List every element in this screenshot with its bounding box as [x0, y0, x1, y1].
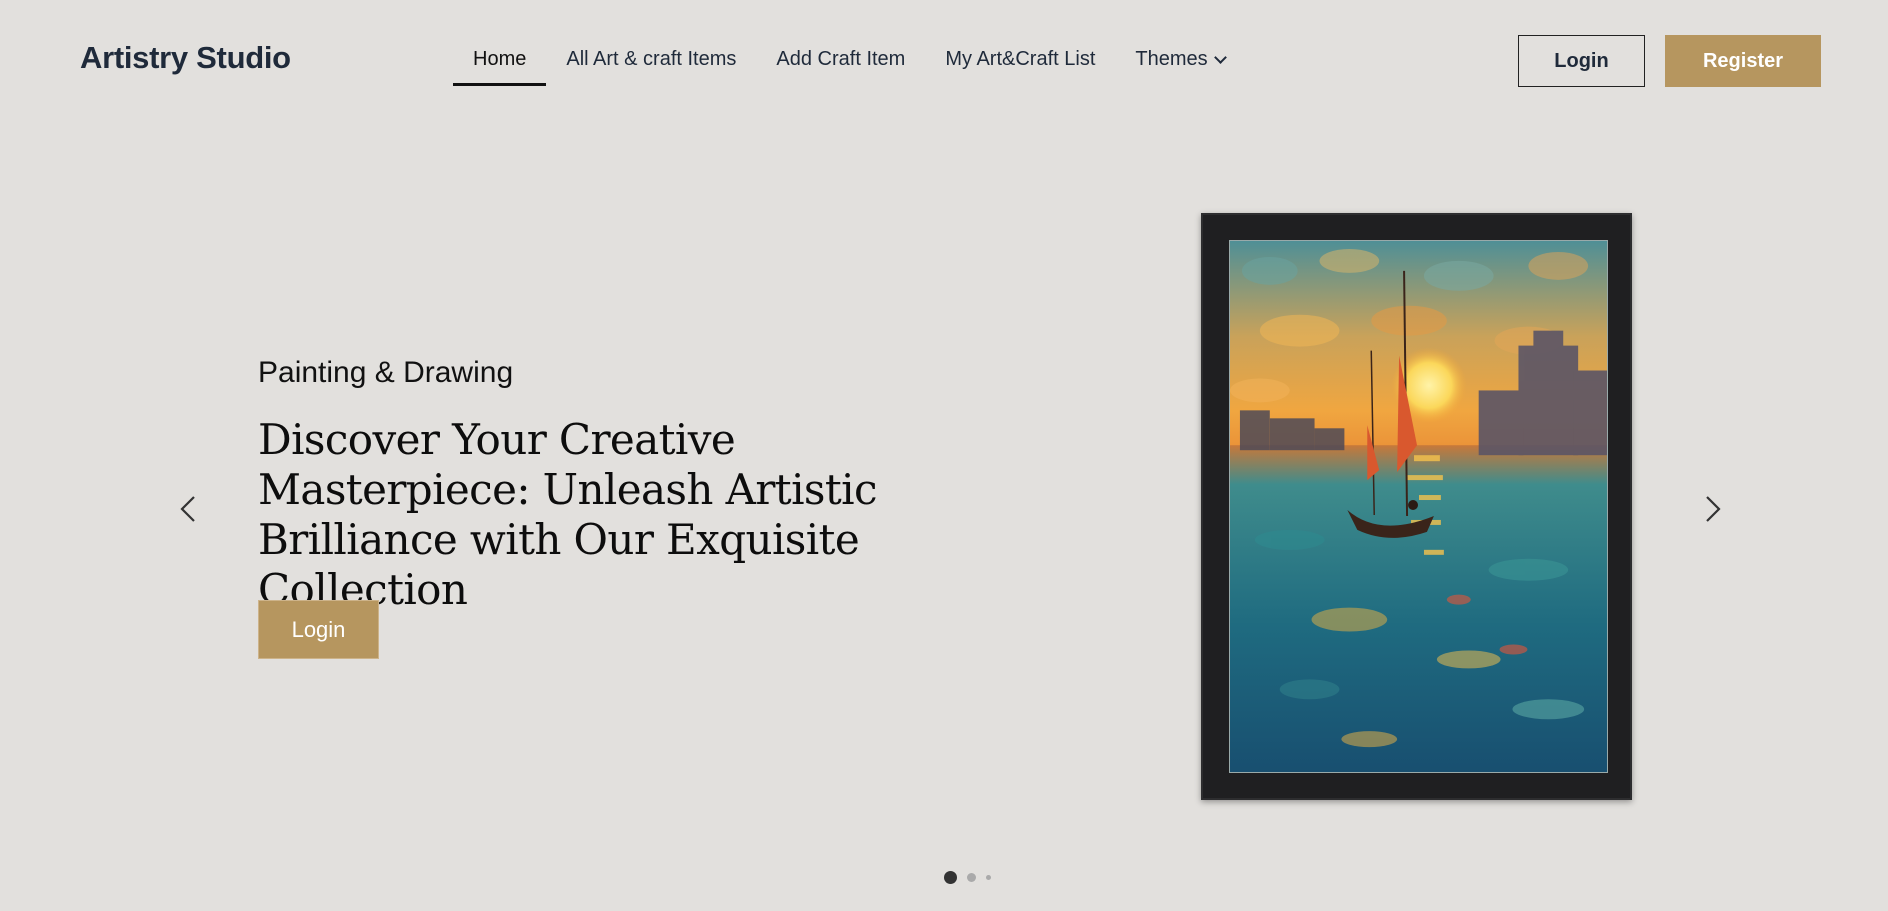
chevron-right-icon: [1706, 496, 1721, 522]
carousel-next-button[interactable]: [1695, 491, 1729, 527]
nav-my-list-label: My Art&Craft List: [945, 48, 1096, 70]
nav-my-art-craft-list[interactable]: My Art&Craft List: [925, 38, 1115, 88]
painting-canvas: [1229, 240, 1608, 773]
chevron-down-icon: [1213, 51, 1227, 64]
nav-all-items-label: All Art & craft Items: [566, 48, 737, 70]
slide-category: Painting & Drawing: [258, 356, 514, 389]
navbar: Artistry Studio Home All Art & craft Ite…: [0, 0, 1888, 122]
carousel-dot-3[interactable]: [986, 874, 991, 880]
slide-login-button[interactable]: Login: [258, 600, 379, 659]
carousel-indicators: [944, 869, 991, 885]
header-register-button[interactable]: Register: [1665, 35, 1821, 87]
chevron-left-icon: [180, 496, 195, 522]
nav-themes-label: Themes: [1135, 48, 1208, 70]
nav-all-art-craft-items[interactable]: All Art & craft Items: [546, 38, 756, 88]
main-nav: Home All Art & craft Items Add Craft Ite…: [453, 38, 1245, 88]
header-login-button[interactable]: Login: [1518, 35, 1645, 87]
nav-add-craft-item[interactable]: Add Craft Item: [756, 38, 925, 88]
nav-home-label: Home: [473, 48, 527, 70]
brand-logo[interactable]: Artistry Studio: [80, 40, 291, 76]
nav-themes-dropdown[interactable]: Themes: [1115, 38, 1244, 88]
framed-painting-image: [1201, 213, 1632, 800]
nav-home[interactable]: Home: [453, 38, 547, 88]
slide-headline: Discover Your Creative Masterpiece: Unle…: [258, 415, 878, 614]
carousel-dot-2[interactable]: [967, 872, 976, 882]
nav-add-item-label: Add Craft Item: [776, 48, 906, 70]
carousel-dot-1[interactable]: [944, 870, 957, 884]
painting-artwork: [1230, 241, 1607, 772]
carousel-prev-button[interactable]: [172, 491, 206, 527]
